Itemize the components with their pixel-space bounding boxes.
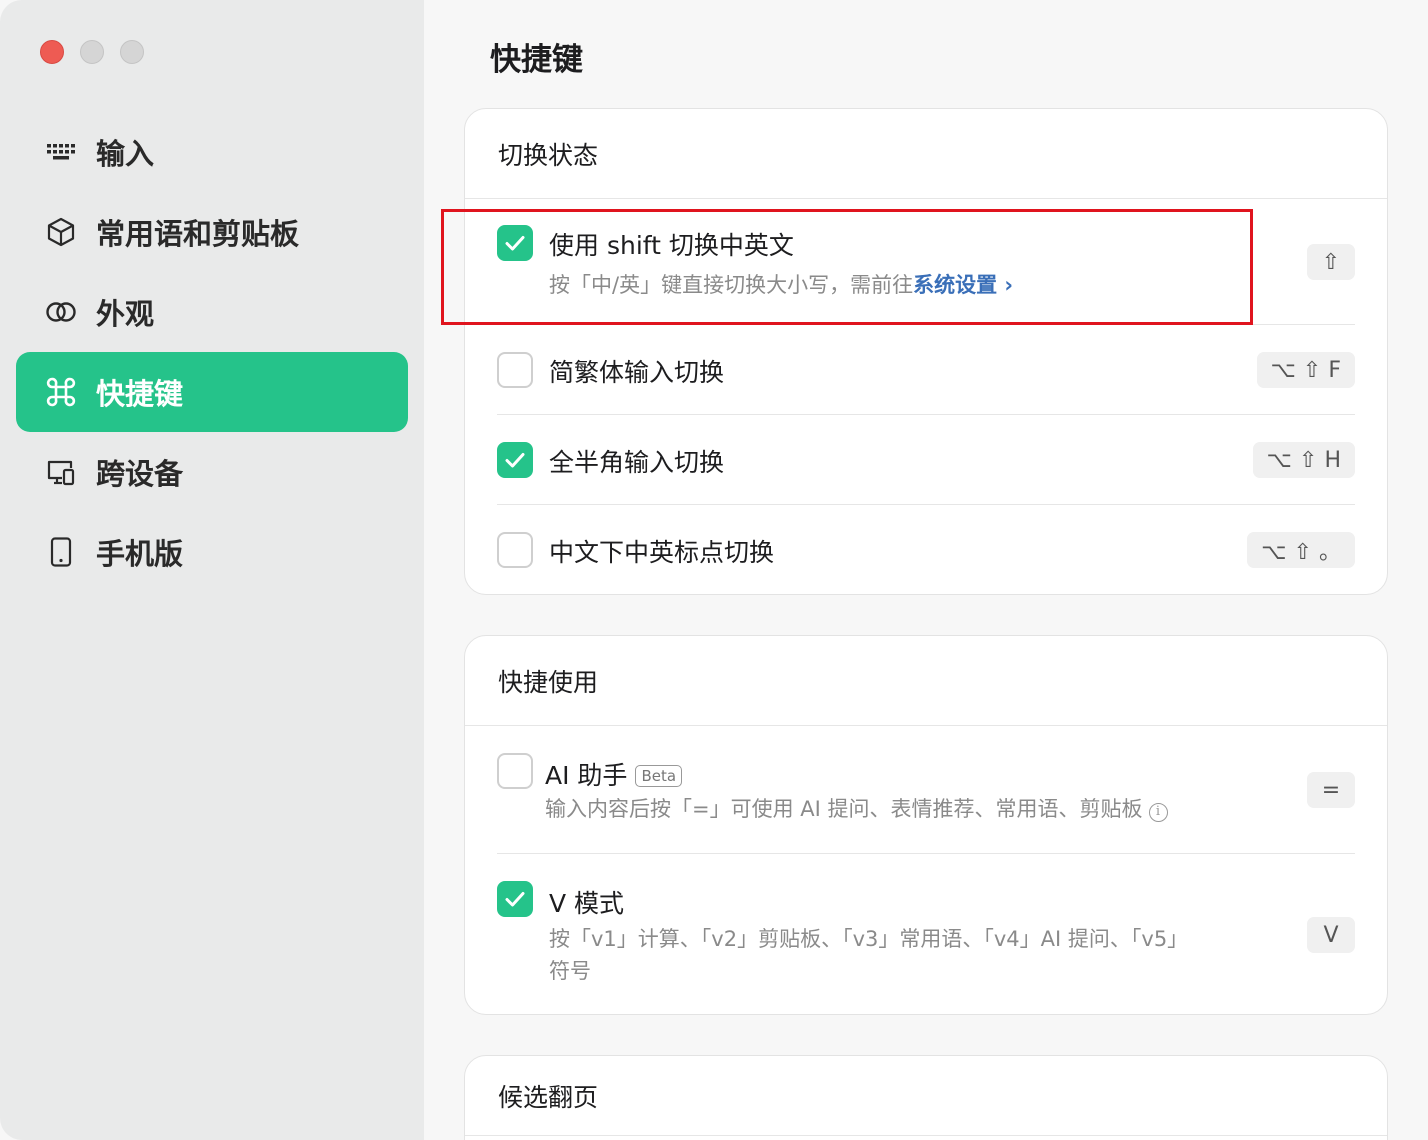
v-mode-checkbox[interactable]	[497, 881, 533, 917]
list-item-shift-switch: 使用 shift 切换中英文 按「中/英」键直接切换大小写，需前往系统设置 › …	[497, 199, 1355, 325]
sidebar-item-cross-device[interactable]: 跨设备	[16, 432, 408, 512]
punctuation-switch-checkbox[interactable]	[497, 532, 533, 568]
section-title: 切换状态	[465, 109, 1387, 199]
row-subtitle: 输入内容后按「=」可使用 AI 提问、表情推荐、常用语、剪贴板 i	[545, 793, 1168, 825]
row-subtitle: 按「中/英」键直接切换大小写，需前往系统设置 ›	[549, 273, 1014, 297]
command-icon	[44, 375, 78, 409]
settings-window: 输入 常用语和剪贴板 外观 快捷键 跨设备 手机版 快捷键 切换状态 使用 sh…	[0, 0, 1428, 1140]
info-icon[interactable]: i	[1148, 802, 1168, 822]
row-title: AI 助手 Beta	[545, 756, 683, 792]
sidebar-item-phrases-clipboard[interactable]: 常用语和剪贴板	[16, 192, 408, 272]
shortcut-key[interactable]: ⌥ ⇧ H	[1252, 442, 1355, 478]
shortcut-key[interactable]: =	[1307, 772, 1355, 808]
list-item-v-mode: V 模式 按「v1」计算、「v2」剪贴板、「v3」常用语、「v4」AI 提问、「…	[497, 854, 1355, 1014]
list-item-full-half-width: 全半角输入切换 ⌥ ⇧ H	[497, 415, 1355, 505]
row-title: V 模式	[549, 889, 625, 918]
sidebar-item-label: 常用语和剪贴板	[96, 217, 300, 251]
row-title: 使用 shift 切换中英文	[549, 231, 794, 260]
sidebar-item-label: 手机版	[96, 537, 184, 571]
sidebar-item-label: 外观	[96, 297, 155, 331]
cube-icon	[44, 215, 78, 249]
chevron-right-icon: ›	[1004, 273, 1014, 297]
sidebar-item-input[interactable]: 输入	[16, 112, 408, 192]
row-title: 全半角输入切换	[549, 448, 725, 477]
list-item-punctuation-switch: 中文下中英标点切换 ⌥ ⇧ 。	[497, 505, 1355, 594]
close-window-button[interactable]	[40, 40, 64, 64]
sidebar-item-appearance[interactable]: 外观	[16, 272, 408, 352]
sidebar-item-shortcuts[interactable]: 快捷键	[16, 352, 408, 432]
section-toggle-state: 切换状态 使用 shift 切换中英文 按「中/英」键直接切换大小写，需前往系统…	[464, 108, 1388, 595]
list-item-simplified-traditional: 简繁体输入切换 ⌥ ⇧ F	[497, 325, 1355, 415]
shift-switch-checkbox[interactable]	[497, 225, 533, 261]
simplified-traditional-checkbox[interactable]	[497, 352, 533, 388]
beta-badge: Beta	[635, 765, 683, 787]
sidebar-nav: 输入 常用语和剪贴板 外观 快捷键 跨设备 手机版	[16, 112, 408, 592]
shortcut-key[interactable]: ⌥ ⇧ 。	[1247, 532, 1355, 568]
row-title: 简繁体输入切换	[549, 358, 725, 387]
ai-assistant-checkbox[interactable]	[497, 753, 533, 789]
row-subtitle-line-1: 按「v1」计算、「v2」剪贴板、「v3」常用语、「v4」AI 提问、「v5」	[549, 927, 1189, 951]
checkmark-icon	[505, 892, 525, 907]
shortcut-key[interactable]: V	[1307, 917, 1355, 953]
devices-icon	[44, 455, 78, 489]
main-content: 快捷键 切换状态 使用 shift 切换中英文 按「中/英」键直接切换大小写，需…	[424, 0, 1428, 1140]
shortcut-key[interactable]: ⇧	[1307, 244, 1355, 280]
section-quick-use: 快捷使用 AI 助手 Beta 输入内容后按「=」可使用 AI 提问、表情推荐、常…	[464, 635, 1388, 1015]
sidebar-item-label: 跨设备	[96, 457, 184, 491]
page-title: 快捷键	[490, 42, 583, 78]
phone-icon	[44, 535, 78, 569]
sidebar-item-label: 输入	[96, 137, 155, 171]
system-settings-link[interactable]: 系统设置 ›	[913, 273, 1013, 297]
minimize-window-button[interactable]	[80, 40, 104, 64]
row-subtitle-line-2: 符号	[549, 959, 591, 983]
sidebar-item-label: 快捷键	[96, 377, 184, 411]
keyboard-icon	[44, 135, 78, 169]
section-title: 快捷使用	[465, 636, 1387, 726]
maximize-window-button[interactable]	[120, 40, 144, 64]
row-title: 中文下中英标点切换	[549, 538, 775, 567]
checkmark-icon	[505, 236, 525, 251]
sidebar-item-mobile[interactable]: 手机版	[16, 512, 408, 592]
section-title: 候选翻页	[465, 1056, 1387, 1136]
section-candidate-paging: 候选翻页	[464, 1055, 1388, 1140]
full-half-width-checkbox[interactable]	[497, 442, 533, 478]
shortcut-key[interactable]: ⌥ ⇧ F	[1256, 352, 1355, 388]
sidebar: 输入 常用语和剪贴板 外观 快捷键 跨设备 手机版	[0, 0, 424, 1140]
traffic-lights	[40, 40, 144, 64]
overlapping-circles-icon	[44, 295, 78, 329]
checkmark-icon	[505, 453, 525, 468]
list-item-ai-assistant: AI 助手 Beta 输入内容后按「=」可使用 AI 提问、表情推荐、常用语、剪贴…	[497, 726, 1355, 854]
